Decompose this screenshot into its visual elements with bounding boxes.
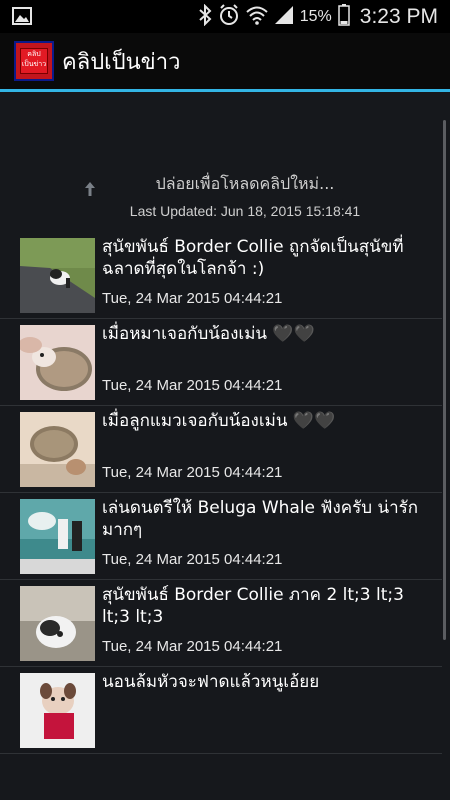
- app-title: คลิปเป็นข่าว: [62, 49, 181, 75]
- wifi-icon: [246, 5, 268, 29]
- thumbnail-image: [20, 238, 95, 313]
- item-date: Tue, 24 Mar 2015 04:44:21: [102, 290, 283, 307]
- item-title: สุนัขพันธ์ Border Collie ถูกจัดเป็นสุนัข…: [102, 237, 404, 279]
- app-logo-icon[interactable]: คลิป เป็นข่าว: [14, 41, 54, 81]
- item-title: เมื่อลูกแมวเจอกับน้องเม่น 🖤🖤: [102, 411, 336, 431]
- item-title: นอนล้มหัวจะฟาดแล้วหนูเอ้ยย: [102, 672, 320, 692]
- item-date: Tue, 24 Mar 2015 04:44:21: [102, 377, 283, 394]
- list-item[interactable]: เมื่อหมาเจอกับน้องเม่น 🖤🖤 Tue, 24 Mar 20…: [0, 319, 442, 406]
- list-item[interactable]: สุนัขพันธ์ Border Collie ถูกจัดเป็นสุนัข…: [0, 232, 442, 319]
- refresh-label: ปล่อยเพื่อโหลดคลิปใหม่...: [155, 174, 335, 193]
- last-updated: Last Updated: Jun 18, 2015 15:18:41: [129, 203, 361, 219]
- item-date: Tue, 24 Mar 2015 04:44:21: [102, 464, 283, 481]
- list-item[interactable]: นอนล้มหัวจะฟาดแล้วหนูเอ้ยย: [0, 667, 442, 754]
- battery-icon: [338, 3, 350, 30]
- thumbnail-image: [20, 673, 95, 748]
- alarm-icon: [218, 3, 240, 30]
- arrow-up-icon: [84, 180, 96, 198]
- thumbnail-image: [20, 325, 95, 400]
- item-title: เล่นดนตรีให้ Beluga Whale ฟังครับ น่ารัก…: [102, 498, 419, 540]
- action-bar: คลิป เป็นข่าว คลิปเป็นข่าว: [0, 33, 450, 92]
- thumbnail-image: [20, 499, 95, 574]
- bluetooth-icon: [198, 3, 212, 30]
- clip-list[interactable]: ปล่อยเพื่อโหลดคลิปใหม่... Last Updated: …: [0, 92, 450, 800]
- battery-percent: 15%: [299, 7, 332, 25]
- item-title: สุนัขพันธ์ Border Collie ภาค 2 lt;3 lt;3…: [102, 585, 404, 627]
- clock: 3:23 PM: [359, 4, 438, 28]
- item-date: Tue, 24 Mar 2015 04:44:21: [102, 638, 283, 655]
- list-item[interactable]: เล่นดนตรีให้ Beluga Whale ฟังครับ น่ารัก…: [0, 493, 442, 580]
- status-bar: 15% 3:23 PM: [0, 0, 450, 33]
- pull-to-refresh-header: ปล่อยเพื่อโหลดคลิปใหม่... Last Updated: …: [0, 172, 450, 219]
- item-title: เมื่อหมาเจอกับน้องเม่น 🖤🖤: [102, 324, 315, 344]
- item-date: Tue, 24 Mar 2015 04:44:21: [102, 551, 283, 568]
- list-item[interactable]: สุนัขพันธ์ Border Collie ภาค 2 lt;3 lt;3…: [0, 580, 442, 667]
- thumbnail-image: [20, 412, 95, 487]
- thumbnail-image: [20, 586, 95, 661]
- gallery-icon: [12, 7, 32, 29]
- signal-icon: [274, 5, 294, 29]
- list-item[interactable]: เมื่อลูกแมวเจอกับน้องเม่น 🖤🖤 Tue, 24 Mar…: [0, 406, 442, 493]
